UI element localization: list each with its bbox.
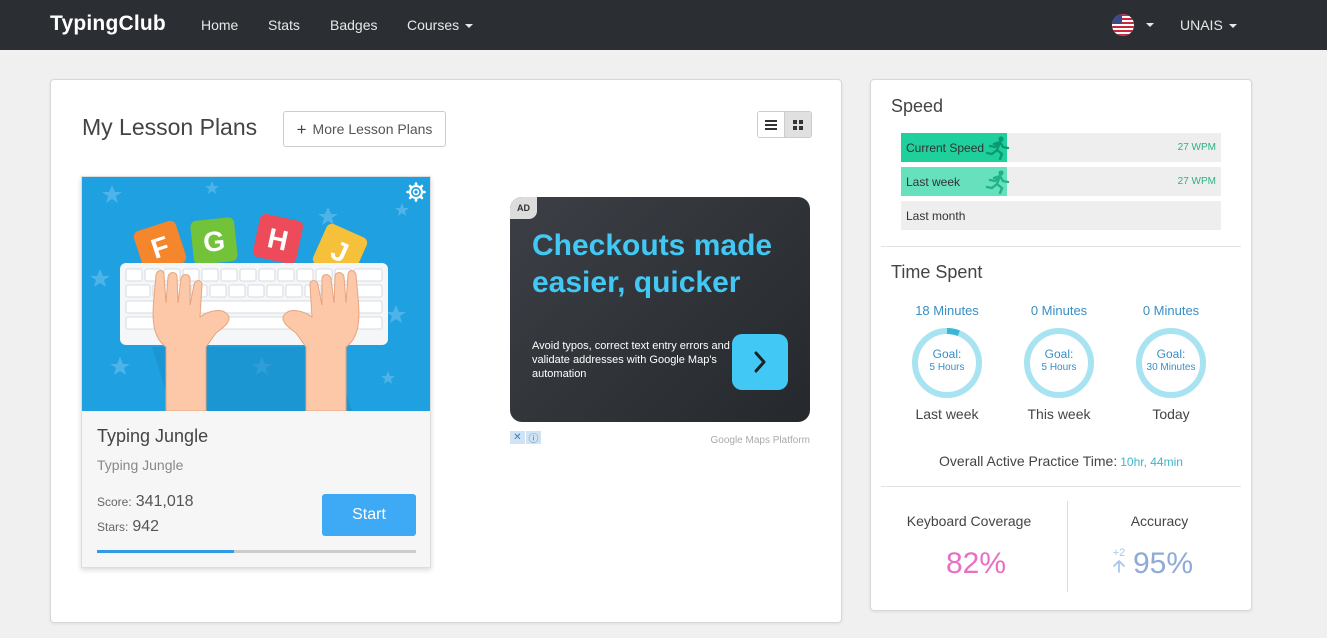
time-period: This week bbox=[1027, 406, 1091, 422]
time-today: 0 Minutes Goal: 30 Minutes Today bbox=[1116, 303, 1226, 422]
chevron-down-icon bbox=[1228, 24, 1237, 29]
ad-source: Google Maps Platform bbox=[710, 435, 811, 446]
speed-row-last-month: Last month bbox=[901, 201, 1221, 230]
nav-home[interactable]: Home bbox=[201, 17, 238, 33]
speed-title: Speed bbox=[891, 96, 944, 116]
nav-courses-label: Courses bbox=[407, 17, 460, 33]
overall-value: 10hr, 44min bbox=[1120, 455, 1183, 469]
arrow-up-icon bbox=[1113, 560, 1125, 573]
lesson-card-image: F G H J bbox=[82, 177, 430, 411]
goal-ring: Goal: 5 Hours bbox=[910, 326, 984, 400]
keyboard-coverage-value: 82% bbox=[945, 547, 1007, 580]
stats-panel: Speed Current Speed 27 WPM Last week 27 … bbox=[870, 79, 1252, 611]
ad-close-icon[interactable]: ✕ bbox=[510, 431, 525, 444]
us-flag-icon[interactable] bbox=[1112, 14, 1134, 36]
stars-label: Stars: bbox=[97, 520, 129, 534]
language-chevron-down-icon[interactable] bbox=[1146, 23, 1154, 27]
top-navbar: TypingClub Home Stats Badges Courses UNA… bbox=[0, 0, 1327, 50]
speed-label: Last week bbox=[906, 175, 961, 189]
score-value: 341,018 bbox=[135, 493, 194, 510]
list-view-icon[interactable] bbox=[758, 112, 785, 137]
ad-headline: Checkouts made easier, quicker bbox=[532, 229, 773, 299]
overall-label: Overall Active Practice Time: bbox=[939, 453, 1118, 469]
speed-label: Last month bbox=[906, 209, 966, 223]
speed-row-current: Current Speed 27 WPM bbox=[901, 133, 1221, 162]
overall-practice-time: Overall Active Practice Time: 10hr, 44min bbox=[871, 453, 1251, 469]
time-period: Today bbox=[1152, 406, 1190, 422]
ad-body: Avoid typos, correct text entry errors a… bbox=[532, 340, 730, 380]
accuracy-delta: +2 bbox=[1111, 547, 1127, 578]
letter-g: G bbox=[202, 225, 227, 258]
lesson-plans-title: My Lesson Plans bbox=[82, 114, 258, 140]
time-period: Last week bbox=[915, 406, 979, 422]
chevron-right-icon bbox=[754, 351, 766, 373]
goal-ring: Goal: 30 Minutes bbox=[1134, 326, 1208, 400]
accuracy-label: Accuracy bbox=[1130, 513, 1189, 529]
stars-row: Stars: 942 bbox=[97, 518, 159, 536]
lesson-card-title: Typing Jungle bbox=[97, 426, 209, 446]
goal-ring: Goal: 5 Hours bbox=[1022, 326, 1096, 400]
more-lesson-plans-button[interactable]: + More Lesson Plans bbox=[283, 111, 446, 147]
chevron-down-icon bbox=[465, 24, 474, 29]
keyboard-coverage-label: Keyboard Coverage bbox=[906, 513, 1032, 529]
view-toggle bbox=[757, 111, 812, 138]
divider bbox=[881, 486, 1241, 487]
speed-label: Current Speed bbox=[906, 141, 985, 155]
time-amount: 0 Minutes bbox=[1142, 303, 1200, 318]
user-name: UNAIS bbox=[1180, 17, 1223, 33]
lesson-card-subtitle: Typing Jungle bbox=[97, 457, 184, 473]
plus-icon: + bbox=[296, 119, 307, 139]
gear-icon[interactable] bbox=[406, 182, 426, 202]
accuracy-value: 95% bbox=[1133, 547, 1194, 580]
nav-courses[interactable]: Courses bbox=[407, 17, 474, 33]
nav-stats[interactable]: Stats bbox=[268, 17, 300, 33]
runner-icon bbox=[985, 136, 1010, 160]
accuracy-delta-value: +2 bbox=[1112, 547, 1126, 559]
runner-icon bbox=[985, 170, 1010, 194]
ad-arrow-button[interactable] bbox=[732, 334, 788, 390]
nav-badges[interactable]: Badges bbox=[330, 17, 377, 33]
goal-label: Goal: bbox=[1044, 347, 1074, 361]
time-amount: 0 Minutes bbox=[1030, 303, 1088, 318]
lesson-plans-panel: My Lesson Plans + More Lesson Plans F G … bbox=[50, 79, 842, 623]
goal-value: 30 Minutes bbox=[1146, 362, 1196, 373]
ad-banner[interactable]: AD Checkouts made easier, quicker Avoid … bbox=[510, 197, 810, 422]
score-label: Score: bbox=[97, 495, 132, 509]
more-lesson-plans-label: More Lesson Plans bbox=[312, 121, 433, 137]
lesson-progress-fill bbox=[97, 550, 235, 553]
divider bbox=[881, 246, 1241, 247]
ad-info-icon[interactable]: ⓘ bbox=[526, 431, 541, 445]
goal-value: 5 Hours bbox=[929, 362, 965, 373]
score-row: Score: 341,018 bbox=[97, 493, 194, 511]
user-menu[interactable]: UNAIS bbox=[1180, 17, 1237, 33]
goal-label: Goal: bbox=[932, 347, 962, 361]
ad-badge: AD bbox=[510, 197, 537, 219]
time-spent-title: Time Spent bbox=[891, 262, 983, 282]
ad-controls: ✕ ⓘ bbox=[510, 431, 541, 445]
start-button[interactable]: Start bbox=[322, 494, 416, 536]
goal-value: 5 Hours bbox=[1041, 362, 1077, 373]
lesson-card[interactable]: F G H J Typing Jungle Typing Jungle Scor… bbox=[81, 176, 431, 568]
time-this-week: 0 Minutes Goal: 5 Hours This week bbox=[1004, 303, 1114, 422]
speed-value: 27 WPM bbox=[1177, 142, 1216, 153]
goal-label: Goal: bbox=[1156, 347, 1186, 361]
stars-value: 942 bbox=[132, 518, 160, 535]
time-amount: 18 Minutes bbox=[915, 303, 979, 318]
speed-value: 27 WPM bbox=[1177, 176, 1216, 187]
time-last-week: 18 Minutes Goal: 5 Hours Last week bbox=[892, 303, 1002, 422]
speed-row-last-week: Last week 27 WPM bbox=[901, 167, 1221, 196]
lesson-progress-bar bbox=[97, 550, 416, 553]
grid-view-icon[interactable] bbox=[784, 112, 811, 137]
brand-logo[interactable]: TypingClub bbox=[50, 12, 166, 36]
